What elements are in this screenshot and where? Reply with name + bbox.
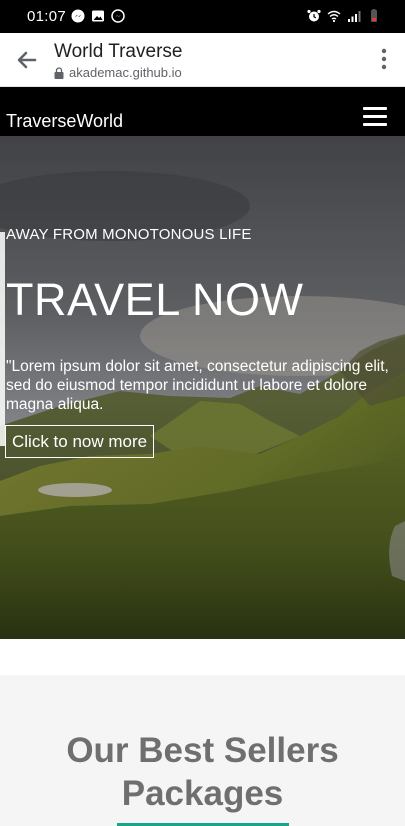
back-arrow-icon[interactable] [14, 47, 40, 73]
section-title-line-2: Packages [121, 774, 284, 813]
section-title: Our Best Sellers Packages [0, 729, 405, 815]
notification-icons [71, 9, 125, 23]
section-title-line-1: Our Best Sellers [66, 731, 339, 770]
messenger-icon [71, 9, 85, 23]
url-text: akademac.github.io [69, 65, 182, 80]
battery-low-icon [371, 9, 377, 22]
hero-headline: TRAVEL NOW [6, 274, 304, 325]
gallery-icon [92, 10, 104, 22]
site-navbar: TraverseWorld [0, 87, 405, 136]
alarm-icon [307, 9, 321, 22]
system-icons [307, 9, 381, 23]
url-row[interactable]: akademac.github.io [54, 65, 182, 80]
browser-toolbar: World Traverse akademac.github.io [0, 33, 405, 87]
hero-cta-button[interactable]: Click to now more [5, 425, 155, 458]
best-sellers-section: Our Best Sellers Packages [0, 675, 405, 826]
signal-icon [348, 11, 361, 22]
page-title: World Traverse [54, 41, 183, 62]
wifi-icon [327, 10, 341, 23]
more-vert-icon[interactable] [381, 48, 387, 70]
section-spacer [0, 639, 405, 675]
brand-logo[interactable]: TraverseWorld [6, 111, 123, 132]
hero-lede: "Lorem ipsum dolor sit amet, consectetur… [6, 358, 389, 413]
hamburger-menu-icon[interactable] [363, 107, 387, 129]
hero-section: AWAY FROM MONOTONOUS LIFE TRAVEL NOW "Lo… [0, 136, 405, 639]
hero-accent-bar [0, 232, 5, 446]
messenger-icon [111, 9, 125, 23]
lock-icon [54, 66, 64, 79]
status-time: 01:07 [27, 8, 67, 25]
status-bar: 01:07 [0, 0, 405, 33]
hero-eyebrow: AWAY FROM MONOTONOUS LIFE [6, 226, 252, 243]
